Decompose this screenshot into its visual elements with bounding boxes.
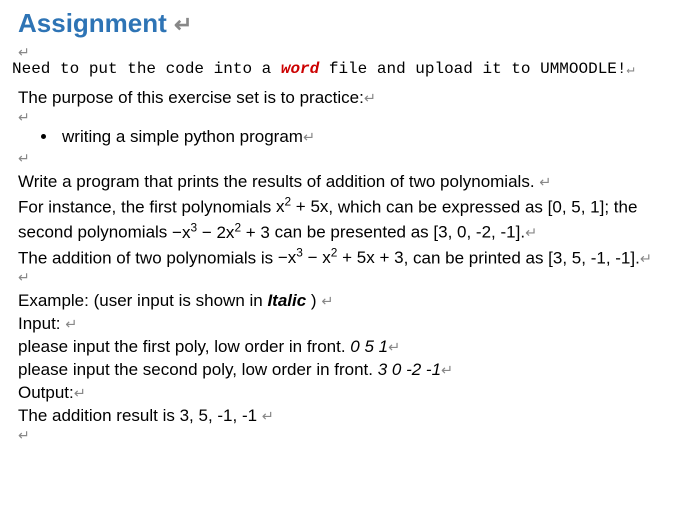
pilcrow-icon: ↵: [12, 428, 688, 442]
desc-line2c: can be presented as [3, 0, -2, -1].: [270, 223, 525, 242]
desc-line2a: For instance, the first polynomials: [18, 197, 276, 216]
example-line2-pre: please input the second poly, low order …: [18, 360, 378, 379]
polysum: −x3 − x2 + 5x + 3: [278, 248, 404, 267]
example-italic-word: Italic: [267, 291, 306, 310]
pilcrow-icon: ↵: [388, 340, 400, 356]
example-heading-post: ): [306, 291, 321, 310]
example-line1-user: 0 5 1: [350, 337, 388, 356]
pilcrow-icon: ↵: [441, 363, 453, 379]
pilcrow-icon: ↵: [12, 151, 688, 165]
desc-line3a: The addition of two polynomials is: [18, 248, 278, 267]
purpose-text: The purpose of this exercise set is to p…: [18, 88, 364, 107]
pilcrow-icon: ↵: [174, 12, 193, 37]
poly1: x2 + 5x: [276, 197, 328, 216]
pilcrow-icon: ↵: [539, 175, 551, 191]
pilcrow-icon: ↵: [321, 294, 333, 310]
pilcrow-icon: ↵: [627, 63, 635, 78]
problem-description: Write a program that prints the results …: [12, 171, 688, 271]
pilcrow-icon: ↵: [525, 226, 537, 242]
purpose-line: The purpose of this exercise set is to p…: [12, 87, 688, 110]
example-line1-pre: please input the first poly, low order i…: [18, 337, 350, 356]
poly2: −x3 − 2x2 + 3: [172, 223, 270, 242]
example-result: The addition result is 3, 5, -1, -1: [18, 406, 262, 425]
pilcrow-icon: ↵: [74, 386, 86, 402]
word-emphasis: word: [281, 60, 319, 78]
assignment-title: Assignment ↵: [12, 6, 688, 41]
desc-line3b: , can be printed as [3, 5, -1, -1].: [404, 248, 640, 267]
pilcrow-icon: ↵: [65, 317, 77, 333]
pilcrow-icon: ↵: [364, 91, 376, 107]
input-label: Input:: [18, 314, 65, 333]
list-item: writing a simple python program↵: [58, 126, 688, 149]
document-page: Assignment ↵ ↵ Need to put the code into…: [0, 0, 700, 448]
example-block: Example: (user input is shown in Italic …: [12, 290, 688, 428]
instruction-pre: Need to put the code into a: [12, 60, 281, 78]
desc-line1: Write a program that prints the results …: [18, 172, 539, 191]
pilcrow-icon: ↵: [12, 270, 688, 284]
bullet-text: writing a simple python program: [62, 127, 303, 146]
pilcrow-icon: ↵: [12, 110, 688, 124]
purpose-list: writing a simple python program↵: [58, 126, 688, 149]
example-heading-pre: Example: (user input is shown in: [18, 291, 267, 310]
pilcrow-icon: ↵: [262, 409, 274, 425]
instruction-post: file and upload it to UMMOODLE!: [319, 60, 626, 78]
upload-instruction: Need to put the code into a word file an…: [12, 59, 688, 81]
pilcrow-icon: ↵: [303, 130, 315, 146]
output-label: Output:: [18, 383, 74, 402]
title-text: Assignment: [18, 8, 174, 38]
pilcrow-icon: ↵: [640, 251, 652, 267]
pilcrow-icon: ↵: [12, 45, 688, 59]
example-line2-user: 3 0 -2 -1: [378, 360, 441, 379]
